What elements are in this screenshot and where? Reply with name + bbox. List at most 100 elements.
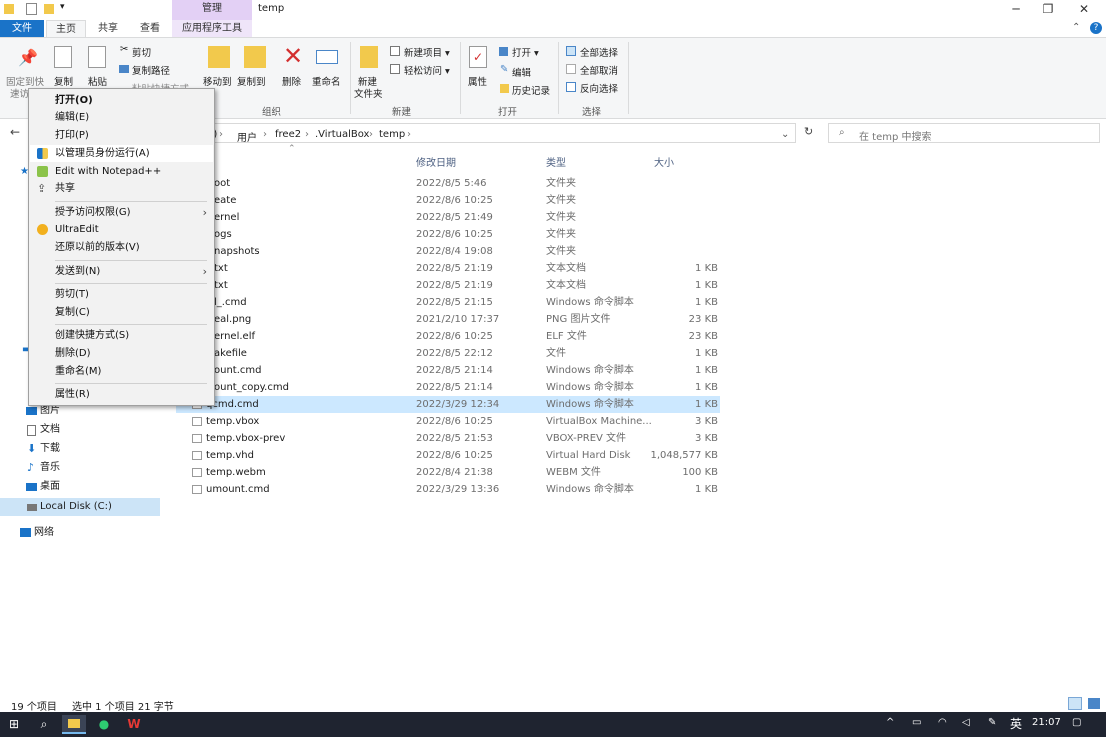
nav-item-desktop[interactable]: 桌面 <box>26 478 60 496</box>
pen-icon[interactable]: ✎ <box>988 717 996 728</box>
menu-item-ultraedit[interactable]: UltraEdit <box>30 221 213 238</box>
menu-item-open[interactable]: 打开(O) <box>30 92 213 109</box>
file-name: ogs <box>214 229 232 240</box>
clock[interactable]: 21:07 <box>1032 717 1061 728</box>
table-row[interactable]: oot 2022/8/5 5:46 文件夹 <box>176 175 720 192</box>
column-header-type[interactable]: 类型 <box>546 154 566 169</box>
search-input[interactable]: ⌕ 在 temp 中搜索 <box>828 123 1100 143</box>
wechat-taskbar-icon[interactable]: ● <box>92 715 116 734</box>
open-button[interactable]: 打开 ▾ <box>512 45 539 59</box>
wifi-icon[interactable]: ◠ <box>938 717 947 728</box>
table-row[interactable]: napshots 2022/8/4 19:08 文件夹 <box>176 243 720 260</box>
battery-icon[interactable]: ▭ <box>912 717 921 728</box>
select-all-button[interactable]: 全部选择 <box>580 45 618 59</box>
refresh-icon[interactable]: ↻ <box>804 125 813 138</box>
menu-item-run-as-admin[interactable]: 以管理员身份运行(A) <box>30 145 213 162</box>
move-to-button[interactable]: 移动到 <box>203 74 232 88</box>
column-header-date[interactable]: 修改日期 <box>416 154 456 169</box>
table-row[interactable]: ernel 2022/8/5 21:49 文件夹 <box>176 209 720 226</box>
file-explorer-taskbar-icon[interactable] <box>62 715 86 734</box>
ribbon-collapse-icon[interactable]: ⌃ <box>1072 22 1080 33</box>
notification-icon[interactable]: ▢ <box>1072 717 1081 728</box>
breadcrumb-free2[interactable]: free2 <box>275 129 301 140</box>
search-icon[interactable]: ⌕ <box>32 715 56 734</box>
breadcrumb-users[interactable]: 用户 <box>237 129 257 144</box>
address-field[interactable]: C:) › 用户 › free2 › .VirtualBox › temp › … <box>196 123 796 144</box>
menu-item-print[interactable]: 打印(P) <box>30 127 213 144</box>
table-row[interactable]: ount_copy.cmd 2022/8/5 21:14 Windows 命令脚本 1… <box>176 379 720 396</box>
minimize-button[interactable]: ─ <box>998 0 1034 20</box>
copy-button[interactable]: 复制 <box>54 74 73 88</box>
delete-button[interactable]: 删除 <box>282 74 301 88</box>
column-header-size[interactable]: 大小 <box>654 154 674 169</box>
table-row[interactable]: eal.png 2021/2/10 17:37 PNG 图片文件 23 KB <box>176 311 720 328</box>
table-row[interactable]: ernel.elf 2022/8/6 10:25 ELF 文件 23 KB <box>176 328 720 345</box>
back-arrow-icon[interactable]: ← <box>10 125 20 139</box>
address-dropdown-icon[interactable]: ⌄ <box>781 129 789 140</box>
nav-item-local-disk[interactable]: Local Disk (C:) <box>0 498 160 516</box>
quick-access-dropdown-icon[interactable]: ▾ <box>60 2 65 12</box>
table-row[interactable]: txt 2022/8/5 21:19 文本文档 1 KB <box>176 277 720 294</box>
new-item-button[interactable]: 新建项目 ▾ <box>404 45 450 59</box>
breadcrumb-temp[interactable]: temp <box>379 129 405 140</box>
menu-item-copy[interactable]: 复制(C) <box>30 304 213 321</box>
copy-path-button[interactable]: 复制路径 <box>132 63 170 77</box>
breadcrumb-virtualbox[interactable]: .VirtualBox <box>315 129 369 140</box>
nav-item-downloads[interactable]: ⬇ 下载 <box>26 440 60 458</box>
menu-item-restore-versions[interactable]: 还原以前的版本(V) <box>30 239 213 256</box>
table-row[interactable]: l_.cmd 2022/8/5 21:15 Windows 命令脚本 1 KB <box>176 294 720 311</box>
nav-item-music[interactable]: ♪ 音乐 <box>26 459 60 477</box>
menu-item-share[interactable]: ⇪ 共享 <box>30 180 213 197</box>
history-button[interactable]: 历史记录 <box>512 83 550 97</box>
table-row[interactable]: eate 2022/8/6 10:25 文件夹 <box>176 192 720 209</box>
paste-button[interactable]: 粘贴 <box>88 74 107 88</box>
table-row[interactable]: temp.webm 2022/8/4 21:38 WEBM 文件 100 KB <box>176 464 720 481</box>
menu-item-cut[interactable]: 剪切(T) <box>30 286 213 303</box>
select-none-button[interactable]: 全部取消 <box>580 63 618 77</box>
maximize-button[interactable]: ❐ <box>1030 0 1066 20</box>
details-view-icon[interactable] <box>1068 697 1082 710</box>
menu-item-rename[interactable]: 重命名(M) <box>30 363 213 380</box>
help-icon[interactable]: ? <box>1090 22 1102 34</box>
close-button[interactable]: ✕ <box>1066 0 1102 20</box>
nav-item-documents[interactable]: 文档 <box>26 421 60 439</box>
table-row[interactable]: akefile 2022/8/5 22:12 文件 1 KB <box>176 345 720 362</box>
table-row[interactable]: txt 2022/8/5 21:19 文本文档 1 KB <box>176 260 720 277</box>
edit-button[interactable]: 编辑 <box>512 65 531 79</box>
tab-home[interactable]: 主页 <box>46 20 86 38</box>
menu-item-edit[interactable]: 编辑(E) <box>30 109 213 126</box>
properties-button[interactable]: 属性 <box>468 74 487 88</box>
tray-expand-icon[interactable]: ^ <box>886 717 894 728</box>
table-row[interactable]: qcmd.cmd 2022/3/29 12:34 Windows 命令脚本 1 KB <box>176 396 720 413</box>
windows-start-icon[interactable]: ⊞ <box>2 715 26 734</box>
menu-item-send-to[interactable]: 发送到(N) › <box>30 263 213 280</box>
nav-item-network[interactable]: 网络 <box>20 524 54 542</box>
tab-share[interactable]: 共享 <box>88 20 128 38</box>
pin-icon: 📌 <box>18 48 38 67</box>
quick-access-folder-icon[interactable] <box>44 4 54 14</box>
table-row[interactable]: ogs 2022/8/6 10:25 文件夹 <box>176 226 720 243</box>
table-row[interactable]: ount.cmd 2022/8/5 21:14 Windows 命令脚本 1 KB <box>176 362 720 379</box>
tab-file[interactable]: 文件 <box>0 20 44 38</box>
menu-item-edit-notepad[interactable]: Edit with Notepad++ <box>30 163 213 180</box>
invert-selection-button[interactable]: 反向选择 <box>580 81 618 95</box>
rename-button[interactable]: 重命名 <box>312 74 341 88</box>
large-icons-view-icon[interactable] <box>1088 698 1100 709</box>
menu-item-create-shortcut[interactable]: 创建快捷方式(S) <box>30 327 213 344</box>
cut-button[interactable]: 剪切 <box>132 45 151 59</box>
menu-item-properties[interactable]: 属性(R) <box>30 386 213 403</box>
copy-to-button[interactable]: 复制到 <box>237 74 266 88</box>
input-language[interactable]: 英 <box>1010 715 1022 732</box>
table-row[interactable]: temp.vbox-prev 2022/8/5 21:53 VBOX-PREV 文件… <box>176 430 720 447</box>
volume-icon[interactable]: ◁ <box>962 717 970 728</box>
menu-item-delete[interactable]: 删除(D) <box>30 345 213 362</box>
table-row[interactable]: temp.vbox 2022/8/6 10:25 VirtualBox Machin… <box>176 413 720 430</box>
quick-access-properties-icon[interactable] <box>26 3 37 15</box>
wps-taskbar-icon[interactable]: W <box>122 715 146 734</box>
table-row[interactable]: temp.vhd 2022/8/6 10:25 Virtual Hard Disk 1… <box>176 447 720 464</box>
tab-app-tools[interactable]: 应用程序工具 <box>172 20 252 38</box>
table-row[interactable]: umount.cmd 2022/3/29 13:36 Windows 命令脚本 1 K… <box>176 481 720 498</box>
menu-item-grant-access[interactable]: 授予访问权限(G) › <box>30 204 213 221</box>
easy-access-button[interactable]: 轻松访问 ▾ <box>404 63 450 77</box>
tab-view[interactable]: 查看 <box>130 20 170 38</box>
